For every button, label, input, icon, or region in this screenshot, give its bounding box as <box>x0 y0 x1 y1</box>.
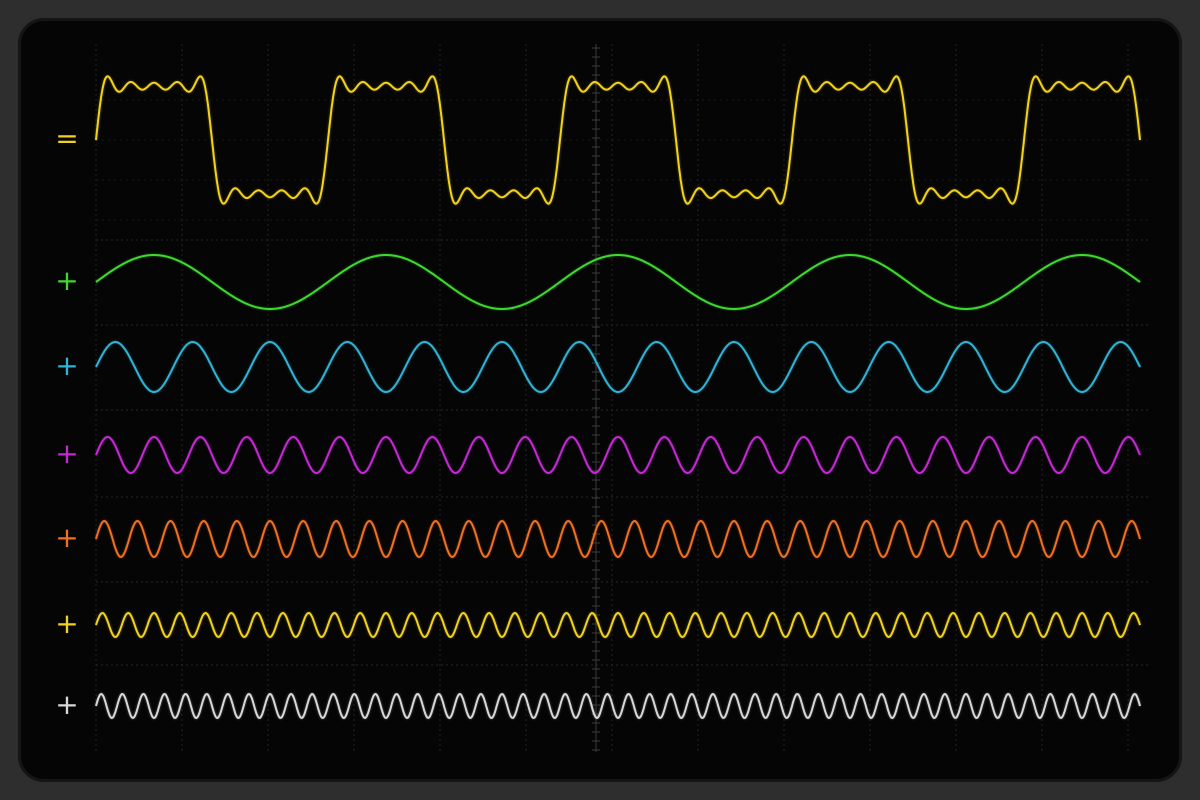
trace-harmonic-5 <box>95 436 1141 474</box>
traces <box>94 75 1142 720</box>
trace-glow <box>94 611 1142 639</box>
row-labels: = + + + + + + <box>55 122 78 721</box>
trace-harmonic-3 <box>95 341 1141 393</box>
trace-harmonic-1 <box>95 254 1141 310</box>
trace-glow <box>94 340 1142 394</box>
plus-label: + <box>55 349 78 382</box>
plus-label: + <box>55 437 78 470</box>
equals-label: = <box>55 122 78 155</box>
trace-glow <box>94 519 1142 559</box>
trace-harmonic-7 <box>95 520 1141 558</box>
oscilloscope-display: = + + + + + + <box>55 44 1150 752</box>
plus-label: + <box>55 521 78 554</box>
grid <box>95 44 1150 752</box>
trace-glow <box>95 253 1141 311</box>
plus-label: + <box>55 607 78 640</box>
plus-label: + <box>55 264 78 297</box>
plus-label: + <box>55 688 78 721</box>
trace-harmonic-11 <box>95 693 1141 719</box>
